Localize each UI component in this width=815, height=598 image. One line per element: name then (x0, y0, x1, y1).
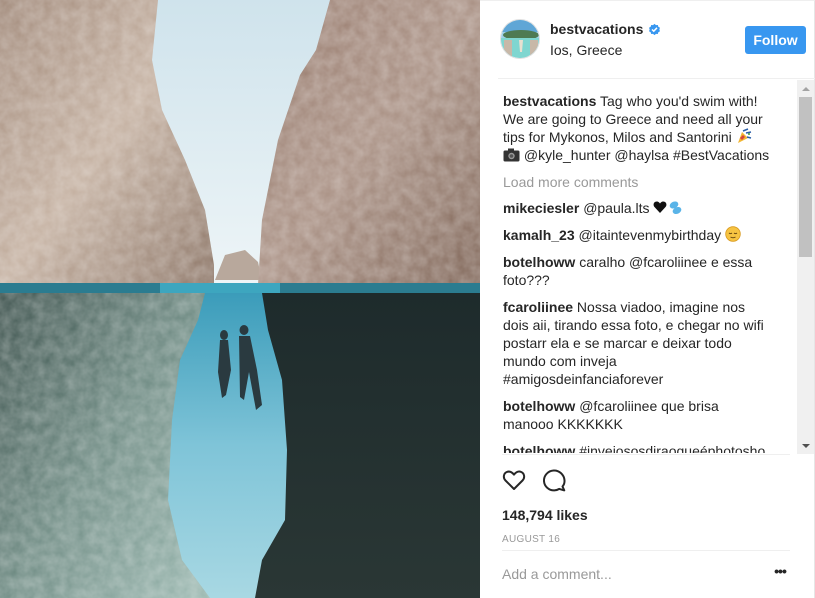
heart-icon (502, 470, 526, 490)
user-info: bestvacations Ios, Greece (550, 21, 661, 58)
post-photo[interactable] (0, 0, 480, 598)
comment-item: botelhoww caralho @fcaroliinee e essa fo… (503, 253, 773, 289)
location-link[interactable]: Ios, Greece (550, 42, 661, 58)
photo-image (0, 0, 480, 598)
likes-count[interactable]: 148,794 likes (502, 507, 790, 523)
comment-item: fcaroliinee Nossa viadoo, imagine nos do… (503, 298, 773, 388)
comment-item: botelhoww #invejososdiraoqueéphotoshop (503, 442, 773, 453)
arrow-down-icon (801, 443, 810, 448)
post-actions: 148,794 likes AUGUST 16 (502, 454, 790, 545)
avatar[interactable] (500, 19, 540, 59)
comment-text: @itaintevenmybirthday (578, 227, 722, 243)
add-comment-section: ••• (502, 550, 790, 598)
caption-tags[interactable]: @kyle_hunter @haylsa #BestVacations (524, 147, 769, 163)
scroll-down-button[interactable] (797, 437, 814, 454)
caption-author[interactable]: bestvacations (503, 93, 596, 109)
load-more-comments-button[interactable]: Load more comments (503, 173, 797, 191)
comment-author[interactable]: botelhoww (503, 443, 575, 453)
verified-badge-icon (649, 23, 661, 35)
relieved-face-icon (725, 226, 741, 242)
comment-item: kamalh_23 @itaintevenmybirthday (503, 226, 773, 244)
avatar-image (501, 20, 539, 58)
camera-icon (503, 148, 520, 162)
scroll-up-button[interactable] (797, 80, 814, 97)
party-popper-icon (737, 128, 751, 143)
post-date[interactable]: AUGUST 16 (502, 534, 790, 545)
username-link[interactable]: bestvacations (550, 21, 643, 37)
like-button[interactable] (502, 468, 526, 492)
black-heart-sweat-droplets-icon (654, 201, 682, 215)
comment-author[interactable]: kamalh_23 (503, 227, 575, 243)
comment-input[interactable] (502, 564, 742, 584)
comment-item: mikeciesler @paula.lts (503, 199, 773, 217)
post-details-panel: bestvacations Ios, Greece Follow bestvac… (480, 0, 815, 598)
more-options-button[interactable]: ••• (770, 564, 790, 583)
follow-button[interactable]: Follow (745, 26, 806, 54)
comments-list: bestvacations Tag who you'd swim with! W… (480, 80, 797, 453)
comment-author[interactable]: botelhoww (503, 398, 575, 414)
comment-text: @paula.lts (583, 200, 650, 216)
comments-scrollbar[interactable] (797, 80, 814, 454)
comment-item: botelhoww @fcaroliinee que brisa manooo … (503, 397, 773, 433)
comment-author[interactable]: botelhoww (503, 254, 575, 270)
arrow-up-icon (801, 86, 810, 91)
action-icons (502, 468, 790, 492)
comment-author[interactable]: fcaroliinee (503, 299, 573, 315)
comment-author[interactable]: mikeciesler (503, 200, 579, 216)
comment-bubble-icon (542, 469, 566, 492)
post-header: bestvacations Ios, Greece Follow (498, 1, 815, 79)
comment-button[interactable] (542, 468, 566, 492)
scrollbar-thumb[interactable] (799, 97, 812, 257)
caption: bestvacations Tag who you'd swim with! W… (503, 92, 773, 164)
